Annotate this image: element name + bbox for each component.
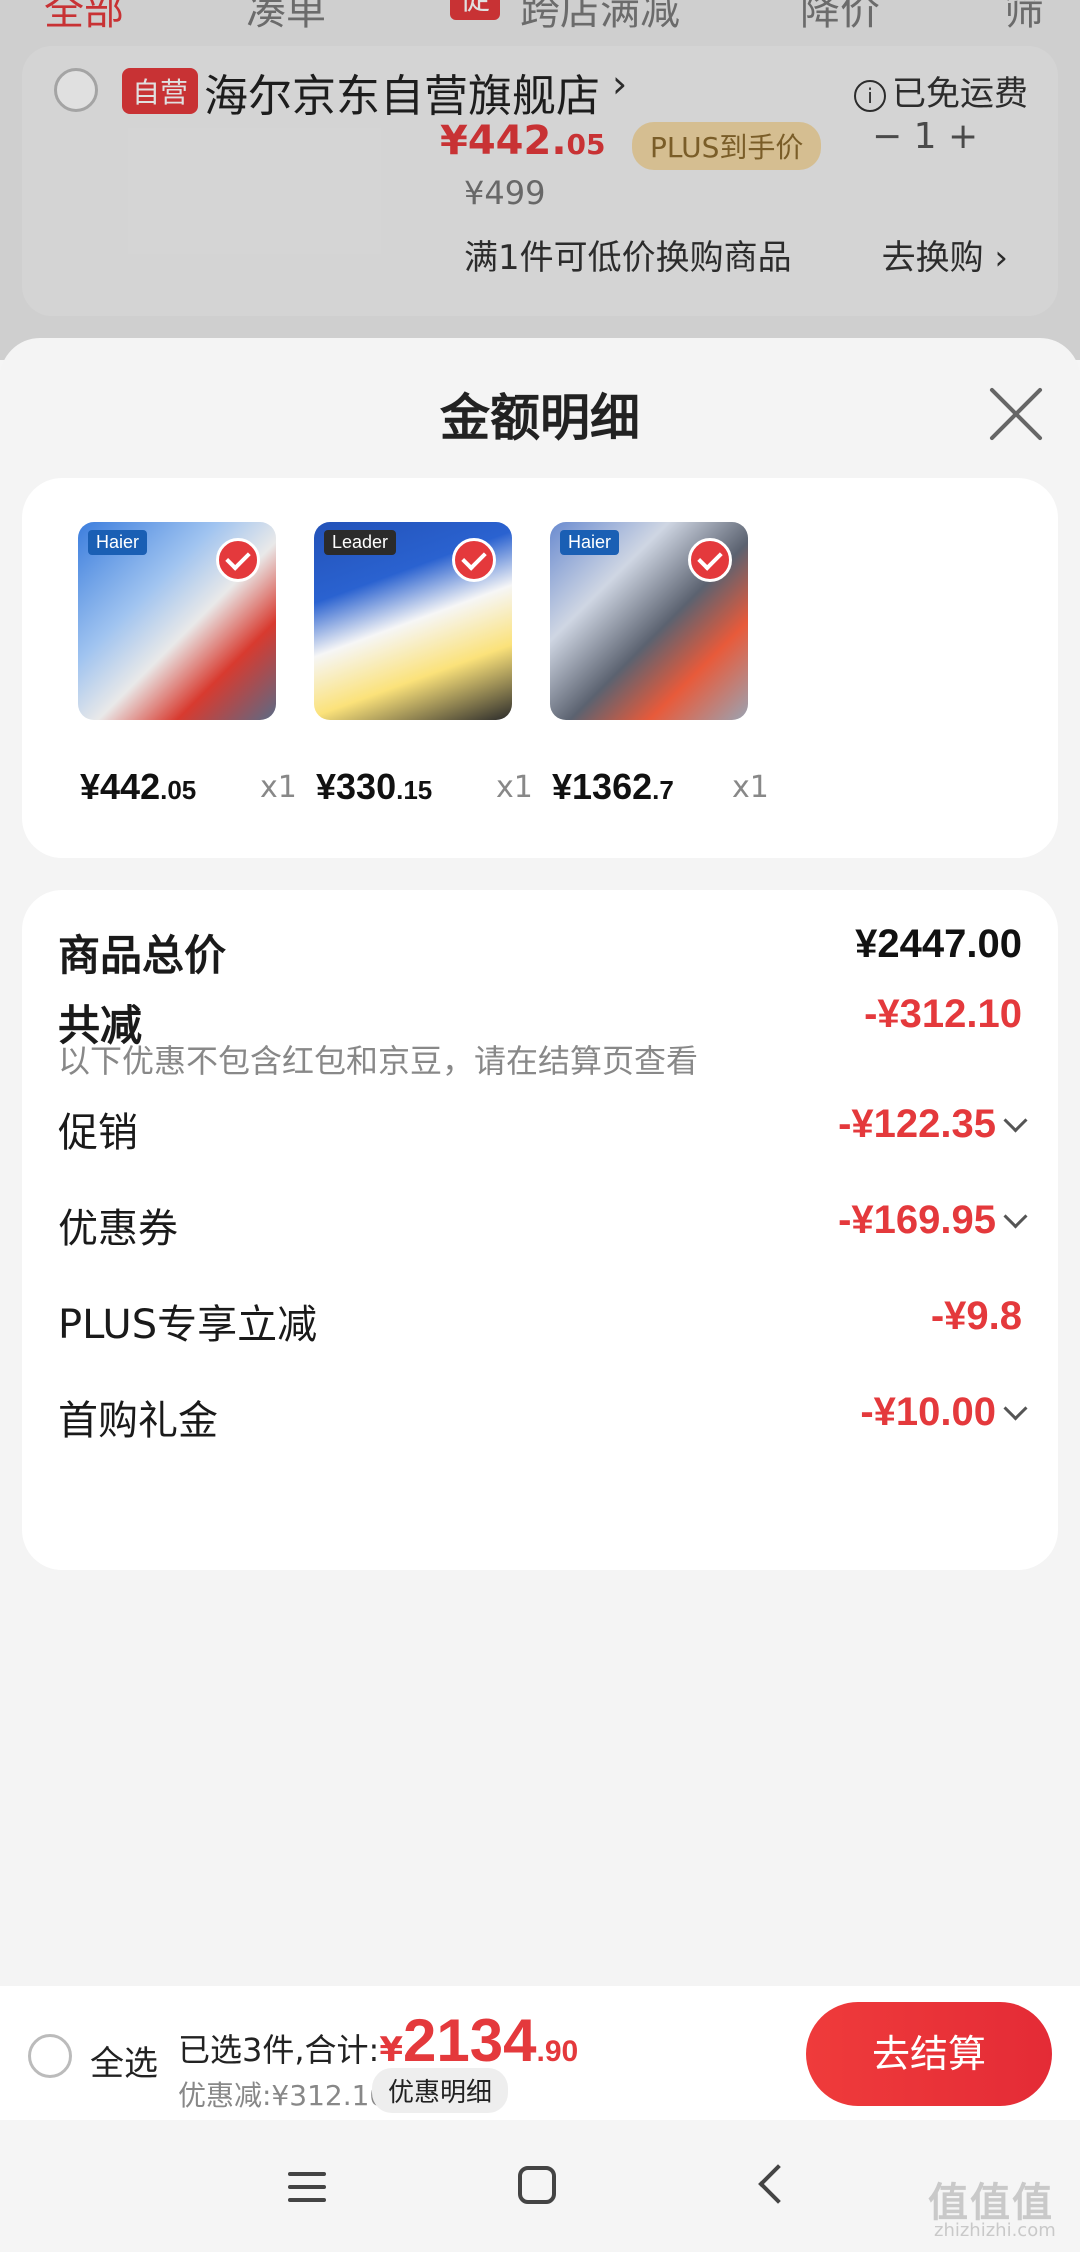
checkout-button[interactable]: 去结算 (806, 2002, 1052, 2106)
checkout-bar: 全选 已选3件,合计:¥2134.90 优惠减:¥312.10 优惠明细 去结算 (0, 1986, 1080, 2120)
watermark-url: zhizhizhi.com (934, 2220, 1056, 2241)
check-icon (216, 538, 260, 582)
product-thumbnail: Leader (314, 522, 512, 720)
brand-logo: Leader (324, 530, 397, 555)
price-detail-card: 商品总价 ¥2447.00 共减 -¥312.10 以下优惠不包含红包和京豆，请… (22, 890, 1058, 1570)
product-price: ¥330.15 (316, 766, 433, 807)
sheet-title: 金额明细 (440, 389, 640, 447)
product-thumbnail: Haier (550, 522, 748, 720)
reduction-note: 以下优惠不包含红包和京豆，请在结算页查看 (58, 1042, 699, 1080)
goods-total-label: 商品总价 (58, 931, 227, 980)
promotion-value[interactable]: -¥122.35 (838, 1102, 996, 1147)
goods-total-value: ¥2447.00 (855, 922, 1022, 966)
discount-summary: 优惠减:¥312.10 (178, 2079, 388, 2112)
amount-detail-sheet: 金额明细 Haier ¥442.05 x1 Leader ¥330.15 x1 … (0, 338, 1080, 1988)
products-card: Haier ¥442.05 x1 Leader ¥330.15 x1 Haier… (22, 478, 1058, 858)
plus-discount-value: -¥9.8 (930, 1294, 1022, 1338)
selected-total: 已选3件,合计:¥2134.90 (178, 2007, 579, 2074)
brand-logo: Haier (88, 530, 148, 555)
product-quantity: x1 (260, 770, 297, 805)
home-icon[interactable] (518, 2166, 556, 2204)
product-quantity: x1 (496, 770, 533, 805)
promotion-label[interactable]: 促销 (58, 1100, 138, 1158)
discount-detail-button[interactable]: 优惠明细 (372, 2068, 509, 2113)
coupon-value[interactable]: -¥169.95 (838, 1198, 996, 1243)
total-reduction-value: -¥312.10 (864, 992, 1022, 1036)
check-icon (452, 538, 496, 582)
chevron-down-icon[interactable] (1003, 1396, 1028, 1421)
first-purchase-gift-value[interactable]: -¥10.00 (860, 1390, 996, 1435)
close-icon[interactable] (986, 384, 1046, 444)
chevron-down-icon[interactable] (1003, 1108, 1028, 1133)
product-price: ¥1362.7 (552, 766, 674, 807)
menu-icon[interactable] (288, 2172, 326, 2202)
chevron-down-icon[interactable] (1003, 1204, 1028, 1229)
check-icon (688, 538, 732, 582)
coupon-label[interactable]: 优惠券 (58, 1196, 178, 1254)
product-price: ¥442.05 (80, 766, 197, 807)
product-quantity: x1 (732, 770, 769, 805)
dim-overlay[interactable] (0, 0, 1080, 360)
plus-discount-label: PLUS专享立减 (58, 1302, 318, 1348)
back-icon[interactable] (758, 2164, 798, 2204)
brand-logo: Haier (560, 530, 620, 555)
select-all-label[interactable]: 全选 (90, 2036, 158, 2085)
select-all-radio[interactable] (28, 2034, 72, 2078)
system-nav-bar: 值值值 zhizhizhi.com (0, 2120, 1080, 2252)
product-thumbnail: Haier (78, 522, 276, 720)
first-purchase-gift-label[interactable]: 首购礼金 (58, 1388, 218, 1446)
